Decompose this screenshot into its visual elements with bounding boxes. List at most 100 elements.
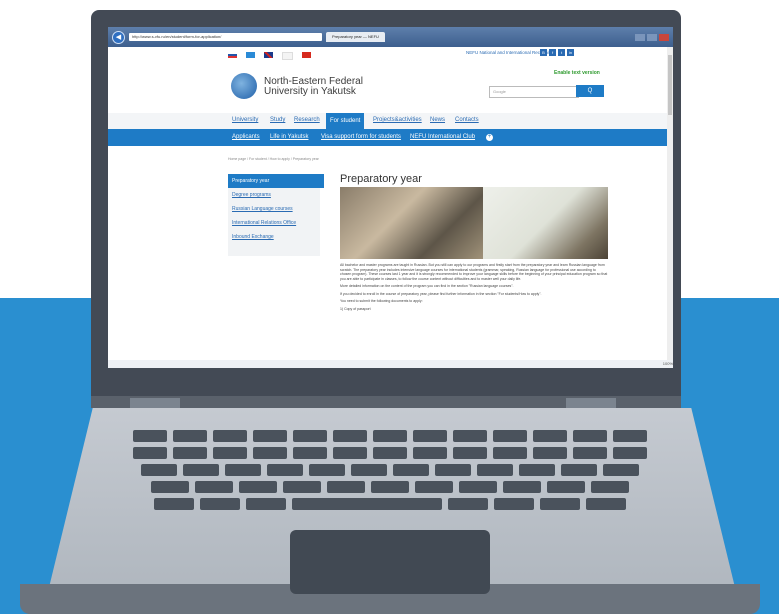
nav-research[interactable]: Research [294,117,320,123]
keyboard-key[interactable] [154,498,194,510]
subnav-life-in-yakutsk[interactable]: Life in Yakutsk [270,134,308,140]
search-input[interactable]: Google [489,86,579,98]
keyboard-key[interactable] [293,447,327,459]
browser-tab[interactable]: Preparatory year — NEFU [326,32,385,42]
keyboard-key[interactable] [351,464,387,476]
sidebar-item-preparatory-year[interactable]: Preparatory year [228,174,324,188]
keyboard-key[interactable] [477,464,513,476]
keyboard-key[interactable] [333,447,367,459]
nav-university[interactable]: University [232,117,258,123]
maximize-button[interactable] [647,33,657,41]
keyboard-key[interactable] [573,430,607,442]
flag-russia-icon[interactable] [228,52,237,58]
keyboard-key[interactable] [453,430,487,442]
keyboard-key[interactable] [603,464,639,476]
keyboard-key[interactable] [561,464,597,476]
flag-korea-icon[interactable] [282,52,293,60]
keyboard-key[interactable] [195,481,233,493]
sidebar-item-inbound-exchange[interactable]: Inbound Exchange [228,230,320,244]
keyboard-key[interactable] [459,481,497,493]
keyboard-key[interactable] [309,464,345,476]
keyboard-key[interactable] [213,447,247,459]
keyboard-key[interactable] [503,481,541,493]
keyboard-key[interactable] [213,430,247,442]
keyboard-key[interactable] [225,464,261,476]
facebook-icon[interactable]: f [549,49,556,56]
keyboard-key[interactable] [292,498,442,510]
keyboard-key[interactable] [173,430,207,442]
close-button[interactable] [659,33,669,41]
sidebar-item-degree-programs[interactable]: Degree programs [228,188,320,202]
university-logo[interactable] [231,73,257,99]
nav-contacts[interactable]: Contacts [455,117,479,123]
keyboard-key[interactable] [267,464,303,476]
keyboard-key[interactable] [547,481,585,493]
keyboard-key[interactable] [283,481,321,493]
flag-uk-icon[interactable] [264,52,273,58]
nav-for-student[interactable]: For student [326,113,365,129]
keyboard-key[interactable] [373,430,407,442]
keyboard-key[interactable] [371,481,409,493]
keyboard-key[interactable] [591,481,629,493]
keyboard-key[interactable] [373,447,407,459]
keyboard-key[interactable] [533,447,567,459]
expand-icon[interactable]: + [486,134,493,141]
linkedin-icon[interactable]: in [567,49,574,56]
vk-icon[interactable]: B [540,49,547,56]
keyboard-key[interactable] [183,464,219,476]
touchpad[interactable] [290,530,490,594]
flag-yakutia-icon[interactable] [246,52,255,58]
twitter-icon[interactable]: t [558,49,565,56]
flag-china-icon[interactable] [302,52,311,58]
keyboard-key[interactable] [533,430,567,442]
keyboard-key[interactable] [573,447,607,459]
scrollbar[interactable] [667,47,673,360]
keyboard-key[interactable] [453,447,487,459]
keyboard-key[interactable] [246,498,286,510]
subnav-international-club[interactable]: NEFU International Club [410,134,475,140]
subnav-applicants[interactable]: Applicants [232,134,260,140]
nav-study[interactable]: Study [270,117,285,123]
zoom-level[interactable]: 100% [663,361,673,366]
keyboard-key[interactable] [494,498,534,510]
keyboard-key[interactable] [141,464,177,476]
nav-projects[interactable]: Projects&activities [373,117,422,123]
keyboard-key[interactable] [151,481,189,493]
keyboard-key[interactable] [173,447,207,459]
keyboard-key[interactable] [415,481,453,493]
keyboard-key[interactable] [413,447,447,459]
keyboard-key[interactable] [239,481,277,493]
keyboard-key[interactable] [133,430,167,442]
keyboard-key[interactable] [327,481,365,493]
scrollbar-thumb[interactable] [668,55,672,115]
keyboard-key[interactable] [200,498,240,510]
keyboard-key[interactable] [435,464,471,476]
subnav-visa-support[interactable]: Visa support form for students [321,134,401,140]
keyboard-key[interactable] [613,430,647,442]
sidebar: Preparatory year Degree programs Russian… [228,174,324,256]
keyboard-key[interactable] [540,498,580,510]
sidebar-item-russian-courses[interactable]: Russian Language courses [228,202,320,216]
keyboard-key[interactable] [253,447,287,459]
keyboard-key[interactable] [133,447,167,459]
minimize-button[interactable] [635,33,645,41]
keyboard-key[interactable] [493,430,527,442]
keyboard-key[interactable] [253,430,287,442]
keyboard-key[interactable] [586,498,626,510]
nav-news[interactable]: News [430,117,445,123]
keyboard-key[interactable] [293,430,327,442]
sidebar-item-international-office[interactable]: International Relations Office [228,216,320,230]
keyboard-key[interactable] [493,447,527,459]
breadcrumb[interactable]: Home page / For student / How to apply /… [228,157,319,161]
keyboard-key[interactable] [519,464,555,476]
keyboard-key[interactable] [448,498,488,510]
search-button[interactable]: Q [576,85,604,97]
back-button[interactable]: ◀ [112,30,125,44]
keyboard-key[interactable] [613,447,647,459]
address-bar[interactable]: http://www.s-vfu.ru/en/student/form-for-… [129,33,322,41]
keyboard-key[interactable] [413,430,447,442]
keyboard-key[interactable] [333,430,367,442]
keyboard-key[interactable] [393,464,429,476]
enable-text-version-link[interactable]: Enable text version [554,70,600,76]
university-name[interactable]: North-Eastern Federal University in Yaku… [264,77,394,97]
